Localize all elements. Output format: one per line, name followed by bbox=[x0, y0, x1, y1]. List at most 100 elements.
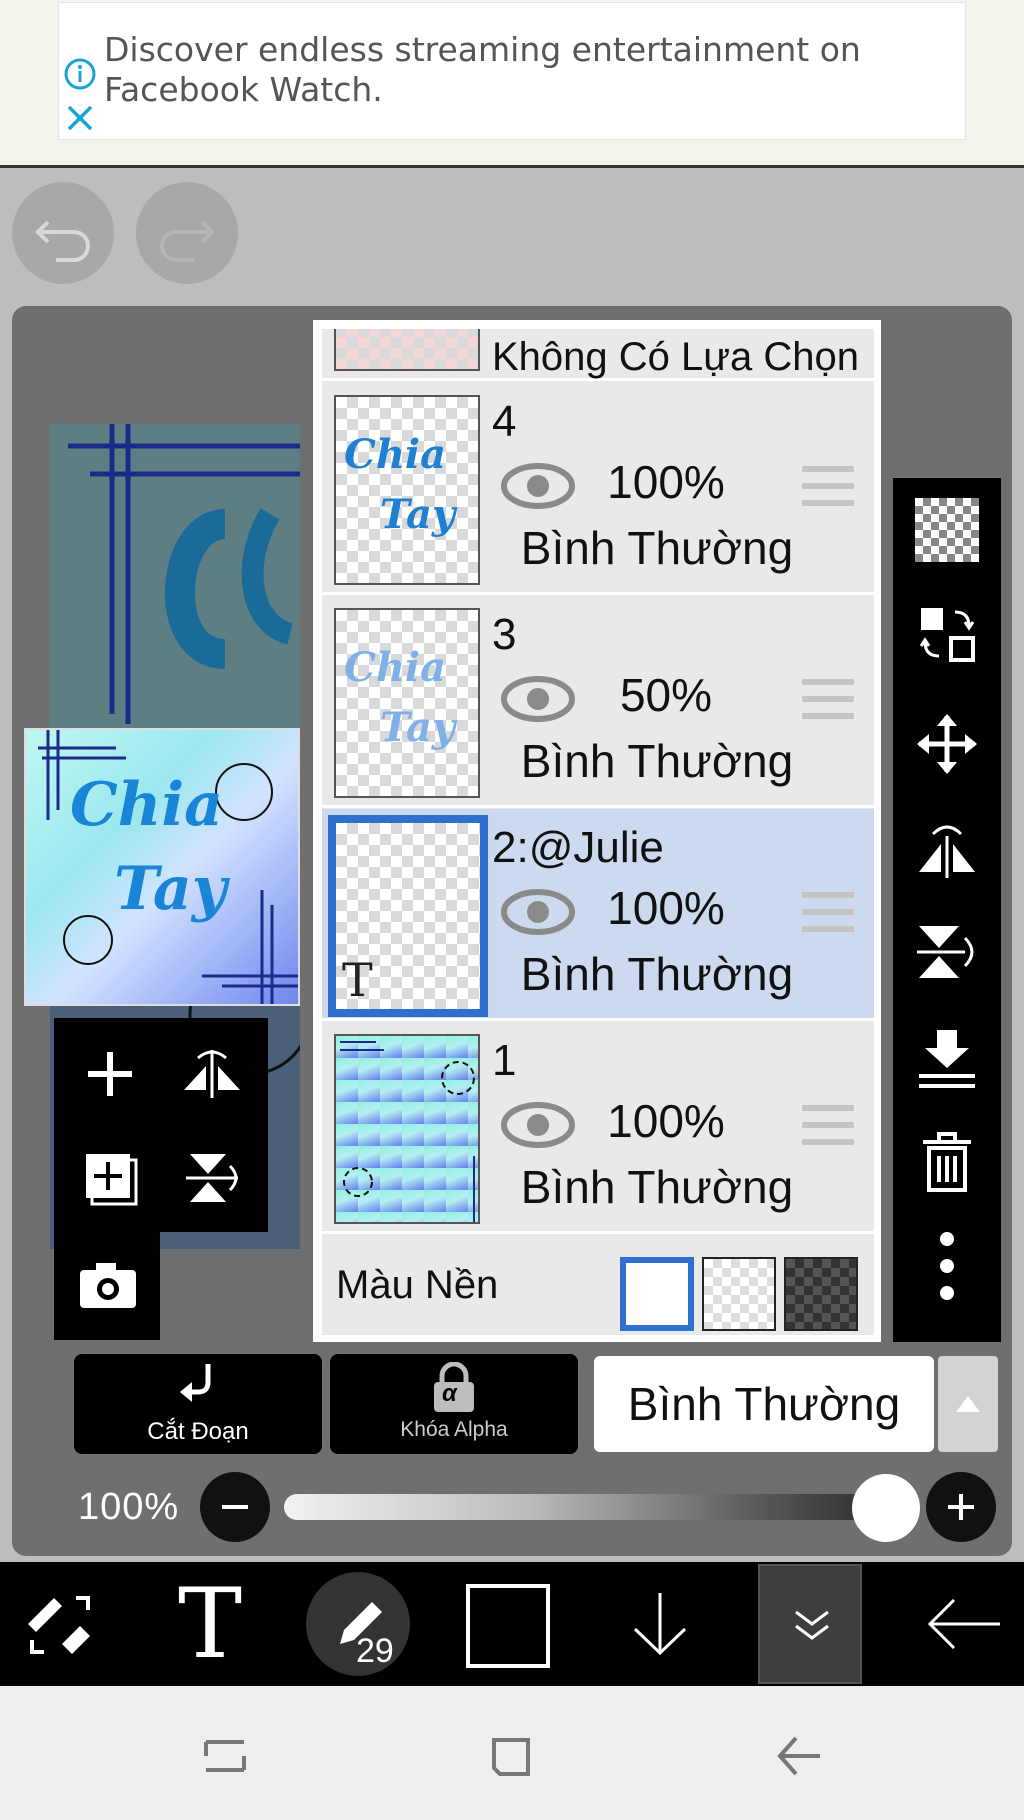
ad-text[interactable]: Discover endless streaming entertainment… bbox=[104, 30, 924, 110]
layer-opacity[interactable]: 100% bbox=[586, 1094, 746, 1148]
background-color-row: Màu Nền bbox=[322, 1235, 874, 1335]
flip-h-icon bbox=[919, 825, 975, 878]
delete-layer-button[interactable] bbox=[907, 1122, 987, 1202]
layer-blend-mode[interactable]: Bình Thường bbox=[492, 1160, 822, 1214]
swap-tool-button[interactable] bbox=[0, 1562, 120, 1686]
layer-opacity[interactable]: 50% bbox=[586, 668, 746, 722]
duplicate-layer-icon bbox=[86, 1154, 138, 1206]
layers-list[interactable]: Không Có Lựa Chọn Chia Tay 4 100% Bình T… bbox=[322, 329, 874, 1335]
info-icon[interactable] bbox=[64, 58, 96, 90]
close-icon[interactable] bbox=[64, 102, 96, 134]
flip-horizontal-button[interactable] bbox=[162, 1024, 262, 1124]
alpha-lock-button[interactable]: α Khóa Alpha bbox=[330, 1354, 578, 1454]
flip-v-button[interactable] bbox=[907, 912, 987, 992]
minus-icon bbox=[222, 1505, 248, 1509]
drag-handle-icon[interactable] bbox=[800, 676, 856, 722]
bg-swatch-white[interactable] bbox=[620, 1257, 694, 1331]
layer-row-selected[interactable]: T 2:@Julie 100% Bình Thường bbox=[322, 809, 874, 1021]
home-icon[interactable] bbox=[486, 1732, 536, 1782]
undo-icon bbox=[35, 220, 90, 262]
back-icon bbox=[927, 1598, 1000, 1650]
drag-handle-icon[interactable] bbox=[800, 463, 856, 509]
layer-name: Không Có Lựa Chọn bbox=[492, 335, 860, 379]
layer-opacity[interactable]: 100% bbox=[586, 881, 746, 935]
flip-vertical-icon bbox=[186, 1154, 238, 1202]
arrow-down-icon bbox=[633, 1593, 687, 1656]
layer-row[interactable]: Chia Tay 3 50% Bình Thường bbox=[322, 596, 874, 808]
thumb-text: Chia bbox=[344, 431, 447, 478]
opacity-slider-knob[interactable] bbox=[852, 1474, 920, 1542]
eye-icon[interactable] bbox=[500, 1100, 576, 1150]
preview-thumbnail[interactable]: Chia Tay bbox=[24, 728, 300, 1006]
layer-thumbnail bbox=[334, 329, 480, 371]
bg-swatch-transparent[interactable] bbox=[702, 1257, 776, 1331]
text-layer-icon: T bbox=[342, 953, 373, 1007]
text-tool-button[interactable]: T bbox=[150, 1562, 270, 1686]
blend-mode-select[interactable]: Bình Thường bbox=[594, 1356, 934, 1452]
opacity-slider-track[interactable] bbox=[284, 1494, 890, 1520]
clipping-button[interactable]: Cắt Đoạn bbox=[74, 1354, 322, 1454]
layer-thumbnail: Chia Tay bbox=[334, 395, 480, 585]
flip-h-button[interactable] bbox=[907, 808, 987, 888]
system-nav-bar bbox=[0, 1686, 1024, 1820]
preview-text-chia: Chia bbox=[70, 770, 224, 840]
text-tool-icon: T bbox=[177, 1568, 243, 1680]
blend-mode-dropdown[interactable] bbox=[938, 1356, 998, 1452]
right-toolbar bbox=[893, 478, 1001, 1342]
back-nav-icon[interactable] bbox=[774, 1734, 824, 1778]
flip-vertical-button[interactable] bbox=[162, 1128, 262, 1228]
preview-text-tay: Tay bbox=[114, 854, 227, 924]
redo-button[interactable] bbox=[136, 182, 238, 284]
layer-row-selection[interactable]: Không Có Lựa Chọn bbox=[322, 329, 874, 381]
opacity-increase-button[interactable] bbox=[926, 1472, 996, 1542]
plus-icon bbox=[948, 1494, 974, 1520]
transparency-button[interactable] bbox=[907, 490, 987, 570]
layer-name: 4 bbox=[492, 397, 517, 446]
camera-button[interactable] bbox=[54, 1232, 160, 1340]
bg-swatch-dark[interactable] bbox=[784, 1257, 858, 1331]
merge-down-icon bbox=[919, 1030, 975, 1088]
layer-blend-mode[interactable]: Bình Thường bbox=[492, 947, 822, 1001]
brush-button[interactable]: 29 bbox=[300, 1562, 420, 1686]
layer-opacity[interactable]: 100% bbox=[586, 455, 746, 509]
layer-blend-mode[interactable]: Bình Thường bbox=[492, 734, 822, 788]
expand-icon bbox=[795, 1610, 829, 1640]
opacity-decrease-button[interactable] bbox=[200, 1472, 270, 1542]
layer-row[interactable]: Chia Tay 4 100% Bình Thường bbox=[322, 383, 874, 595]
back-button[interactable] bbox=[904, 1562, 1024, 1686]
eye-icon[interactable] bbox=[500, 887, 576, 937]
eye-icon[interactable] bbox=[500, 461, 576, 511]
undo-button[interactable] bbox=[12, 182, 114, 284]
arrow-down-button[interactable] bbox=[600, 1562, 720, 1686]
thumb-text: Tay bbox=[380, 704, 456, 751]
add-layer-icon bbox=[88, 1052, 132, 1096]
thumb-text: Tay bbox=[380, 491, 456, 538]
alpha-lock-label: Khóa Alpha bbox=[400, 1418, 508, 1441]
drag-handle-icon[interactable] bbox=[800, 1102, 856, 1148]
layer-thumbnail: T bbox=[328, 815, 488, 1017]
merge-down-button[interactable] bbox=[907, 1018, 987, 1098]
move-icon bbox=[917, 714, 977, 774]
layer-name: 1 bbox=[492, 1036, 517, 1085]
brush-size-value: 29 bbox=[356, 1632, 394, 1670]
triangle-up-icon bbox=[956, 1396, 980, 1412]
recents-icon[interactable] bbox=[200, 1734, 250, 1778]
color-swatch[interactable] bbox=[466, 1584, 550, 1668]
thumb-text: Chia bbox=[344, 644, 447, 691]
expand-button[interactable] bbox=[758, 1564, 862, 1684]
swap-layer-button[interactable] bbox=[907, 594, 987, 674]
more-button[interactable] bbox=[907, 1226, 987, 1306]
layer-row[interactable]: 1 100% Bình Thường bbox=[322, 1022, 874, 1234]
move-button[interactable] bbox=[907, 704, 987, 784]
clipping-label: Cắt Đoạn bbox=[147, 1418, 249, 1445]
duplicate-layer-button[interactable] bbox=[60, 1128, 160, 1228]
layer-blend-mode[interactable]: Bình Thường bbox=[492, 521, 822, 575]
redo-icon bbox=[160, 220, 215, 262]
add-layer-button[interactable] bbox=[60, 1024, 160, 1124]
drag-handle-icon[interactable] bbox=[800, 889, 856, 935]
swap-tool-icon bbox=[28, 1596, 90, 1654]
layer-thumbnail bbox=[334, 1034, 480, 1224]
layer-name: 2:@Julie bbox=[492, 823, 664, 872]
eye-icon[interactable] bbox=[500, 674, 576, 724]
clipping-arrow-icon bbox=[180, 1364, 211, 1402]
